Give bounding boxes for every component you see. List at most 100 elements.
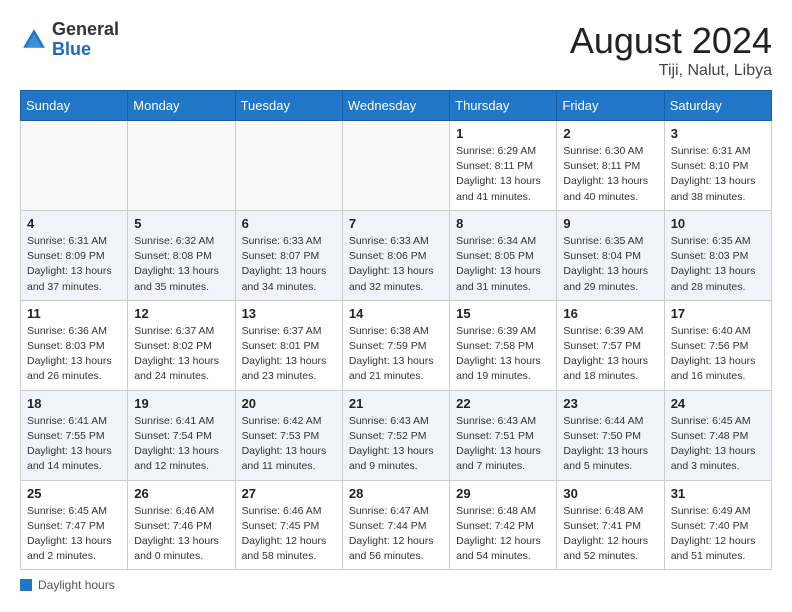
calendar-cell: 10 Sunrise: 6:35 AMSunset: 8:03 PMDayligh… (664, 210, 771, 300)
day-info: Sunrise: 6:41 AMSunset: 7:54 PMDaylight:… (134, 414, 228, 475)
calendar-cell: 3 Sunrise: 6:31 AMSunset: 8:10 PMDaylight… (664, 121, 771, 211)
footer-dot-icon (20, 579, 32, 591)
day-info: Sunrise: 6:45 AMSunset: 7:48 PMDaylight:… (671, 414, 765, 475)
day-info: Sunrise: 6:39 AMSunset: 7:58 PMDaylight:… (456, 324, 550, 385)
weekday-header-thursday: Thursday (450, 91, 557, 121)
day-number: 12 (134, 306, 228, 321)
day-number: 17 (671, 306, 765, 321)
calendar-cell: 17 Sunrise: 6:40 AMSunset: 7:56 PMDayligh… (664, 300, 771, 390)
calendar-cell: 28 Sunrise: 6:47 AMSunset: 7:44 PMDayligh… (342, 480, 449, 570)
day-info: Sunrise: 6:38 AMSunset: 7:59 PMDaylight:… (349, 324, 443, 385)
footer-label: Daylight hours (38, 578, 115, 592)
calendar-cell: 23Sunrise: 6:44 AMSunset: 7:50 PMDayligh… (557, 390, 664, 480)
calendar-cell: 31 Sunrise: 6:49 AMSunset: 7:40 PMDayligh… (664, 480, 771, 570)
title-block: August 2024 Tiji, Nalut, Libya (570, 20, 772, 80)
calendar-cell: 30 Sunrise: 6:48 AMSunset: 7:41 PMDayligh… (557, 480, 664, 570)
calendar-cell: 8 Sunrise: 6:34 AMSunset: 8:05 PMDaylight… (450, 210, 557, 300)
logo-icon (20, 26, 48, 54)
calendar-cell: 16 Sunrise: 6:39 AMSunset: 7:57 PMDayligh… (557, 300, 664, 390)
calendar-cell: 14 Sunrise: 6:38 AMSunset: 7:59 PMDayligh… (342, 300, 449, 390)
day-number: 19 (134, 396, 228, 411)
page-header: General Blue August 2024 Tiji, Nalut, Li… (20, 20, 772, 80)
day-info: Sunrise: 6:39 AMSunset: 7:57 PMDaylight:… (563, 324, 657, 385)
calendar-cell: 1Sunrise: 6:29 AMSunset: 8:11 PMDaylight… (450, 121, 557, 211)
day-number: 23 (563, 396, 657, 411)
day-info: Sunrise: 6:35 AMSunset: 8:04 PMDaylight:… (563, 234, 657, 295)
day-number: 15 (456, 306, 550, 321)
day-info: Sunrise: 6:48 AMSunset: 7:42 PMDaylight:… (456, 504, 550, 565)
calendar-cell: 5 Sunrise: 6:32 AMSunset: 8:08 PMDaylight… (128, 210, 235, 300)
calendar-cell: 15 Sunrise: 6:39 AMSunset: 7:58 PMDayligh… (450, 300, 557, 390)
calendar-cell: 11 Sunrise: 6:36 AMSunset: 8:03 PMDayligh… (21, 300, 128, 390)
day-number: 3 (671, 126, 765, 141)
weekday-header-sunday: Sunday (21, 91, 128, 121)
calendar-cell: 2 Sunrise: 6:30 AMSunset: 8:11 PMDaylight… (557, 121, 664, 211)
calendar-cell: 27Sunrise: 6:46 AMSunset: 7:45 PMDayligh… (235, 480, 342, 570)
weekday-header-row: SundayMondayTuesdayWednesdayThursdayFrid… (21, 91, 772, 121)
weekday-header-friday: Friday (557, 91, 664, 121)
calendar-cell: 19 Sunrise: 6:41 AMSunset: 7:54 PMDayligh… (128, 390, 235, 480)
day-number: 5 (134, 216, 228, 231)
day-info: Sunrise: 6:40 AMSunset: 7:56 PMDaylight:… (671, 324, 765, 385)
day-number: 25 (27, 486, 121, 501)
day-info: Sunrise: 6:33 AMSunset: 8:06 PMDaylight:… (349, 234, 443, 295)
calendar-cell: 9Sunrise: 6:35 AMSunset: 8:04 PMDaylight… (557, 210, 664, 300)
weekday-header-wednesday: Wednesday (342, 91, 449, 121)
calendar-cell: 29Sunrise: 6:48 AMSunset: 7:42 PMDayligh… (450, 480, 557, 570)
day-info: Sunrise: 6:31 AMSunset: 8:10 PMDaylight:… (671, 144, 765, 205)
day-info: Sunrise: 6:42 AMSunset: 7:53 PMDaylight:… (242, 414, 336, 475)
day-info: Sunrise: 6:37 AMSunset: 8:01 PMDaylight:… (242, 324, 336, 385)
day-number: 8 (456, 216, 550, 231)
day-info: Sunrise: 6:47 AMSunset: 7:44 PMDaylight:… (349, 504, 443, 565)
calendar-table: SundayMondayTuesdayWednesdayThursdayFrid… (20, 90, 772, 570)
calendar-cell (128, 121, 235, 211)
day-number: 24 (671, 396, 765, 411)
day-number: 13 (242, 306, 336, 321)
day-number: 18 (27, 396, 121, 411)
day-info: Sunrise: 6:34 AMSunset: 8:05 PMDaylight:… (456, 234, 550, 295)
calendar-cell (342, 121, 449, 211)
day-number: 10 (671, 216, 765, 231)
day-number: 30 (563, 486, 657, 501)
day-number: 14 (349, 306, 443, 321)
weekday-header-saturday: Saturday (664, 91, 771, 121)
day-number: 31 (671, 486, 765, 501)
calendar-cell: 13 Sunrise: 6:37 AMSunset: 8:01 PMDayligh… (235, 300, 342, 390)
logo: General Blue (20, 20, 119, 60)
calendar-cell: 26Sunrise: 6:46 AMSunset: 7:46 PMDayligh… (128, 480, 235, 570)
day-info: Sunrise: 6:32 AMSunset: 8:08 PMDaylight:… (134, 234, 228, 295)
month-year-title: August 2024 (570, 20, 772, 62)
day-number: 2 (563, 126, 657, 141)
calendar-cell (21, 121, 128, 211)
calendar-cell: 22Sunrise: 6:43 AMSunset: 7:51 PMDayligh… (450, 390, 557, 480)
calendar-week-row: 25Sunrise: 6:45 AMSunset: 7:47 PMDayligh… (21, 480, 772, 570)
day-number: 16 (563, 306, 657, 321)
day-info: Sunrise: 6:43 AMSunset: 7:52 PMDaylight:… (349, 414, 443, 475)
weekday-header-monday: Monday (128, 91, 235, 121)
day-info: Sunrise: 6:35 AMSunset: 8:03 PMDaylight:… (671, 234, 765, 295)
day-number: 7 (349, 216, 443, 231)
day-info: Sunrise: 6:29 AMSunset: 8:11 PMDaylight:… (456, 144, 550, 205)
calendar-cell: 21 Sunrise: 6:43 AMSunset: 7:52 PMDayligh… (342, 390, 449, 480)
calendar-cell: 25Sunrise: 6:45 AMSunset: 7:47 PMDayligh… (21, 480, 128, 570)
calendar-cell: 4Sunrise: 6:31 AMSunset: 8:09 PMDaylight… (21, 210, 128, 300)
day-number: 20 (242, 396, 336, 411)
calendar-week-row: 1Sunrise: 6:29 AMSunset: 8:11 PMDaylight… (21, 121, 772, 211)
day-info: Sunrise: 6:49 AMSunset: 7:40 PMDaylight:… (671, 504, 765, 565)
location-subtitle: Tiji, Nalut, Libya (570, 62, 772, 80)
calendar-cell: 24 Sunrise: 6:45 AMSunset: 7:48 PMDayligh… (664, 390, 771, 480)
logo-general: General (52, 19, 119, 39)
calendar-cell (235, 121, 342, 211)
day-info: Sunrise: 6:37 AMSunset: 8:02 PMDaylight:… (134, 324, 228, 385)
day-number: 28 (349, 486, 443, 501)
day-number: 21 (349, 396, 443, 411)
weekday-header-tuesday: Tuesday (235, 91, 342, 121)
calendar-week-row: 4Sunrise: 6:31 AMSunset: 8:09 PMDaylight… (21, 210, 772, 300)
day-info: Sunrise: 6:43 AMSunset: 7:51 PMDaylight:… (456, 414, 550, 475)
day-info: Sunrise: 6:48 AMSunset: 7:41 PMDaylight:… (563, 504, 657, 565)
day-info: Sunrise: 6:36 AMSunset: 8:03 PMDaylight:… (27, 324, 121, 385)
day-info: Sunrise: 6:30 AMSunset: 8:11 PMDaylight:… (563, 144, 657, 205)
day-info: Sunrise: 6:46 AMSunset: 7:45 PMDaylight:… (242, 504, 336, 565)
day-number: 11 (27, 306, 121, 321)
day-info: Sunrise: 6:31 AMSunset: 8:09 PMDaylight:… (27, 234, 121, 295)
